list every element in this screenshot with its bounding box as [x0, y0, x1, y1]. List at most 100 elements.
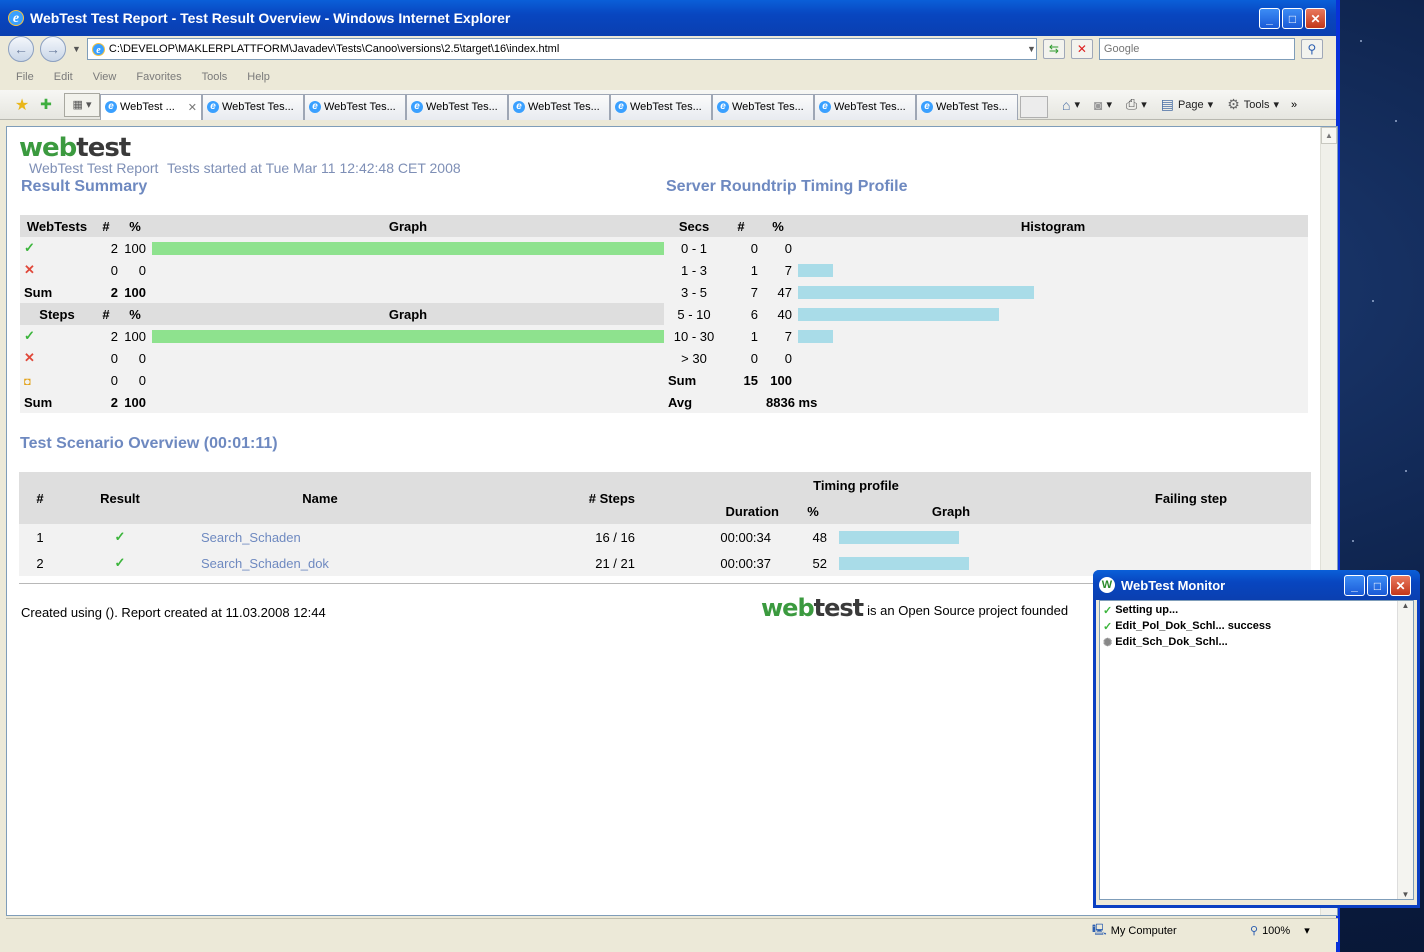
menu-edit[interactable]: Edit	[54, 71, 73, 83]
search-icon[interactable]: ⚲	[1300, 39, 1323, 59]
histogram-bar	[798, 329, 833, 343]
monitor-titlebar[interactable]: W WebTest Monitor _ □ ✕	[1093, 570, 1420, 600]
timing-profile-table: Secs # % Histogram 0 - 1 0 0 1 - 3 1 7 3 - 5 7 4…	[664, 215, 1308, 413]
scroll-up-icon[interactable]: ▲	[1321, 127, 1337, 144]
duration-cell: 00:00:34	[641, 524, 795, 550]
scenario-table: # Result Name # Steps Timing profile Fai…	[19, 472, 1311, 576]
graph-cell	[152, 259, 664, 281]
scenario-link[interactable]: Search_Schaden_dok	[179, 550, 461, 576]
scroll-up-icon[interactable]: ▲	[1398, 601, 1413, 610]
graph-cell	[152, 281, 664, 303]
graph-cell	[798, 281, 1308, 303]
success-check-icon: ✓	[24, 240, 35, 255]
count-cell: 6	[750, 306, 758, 322]
close-button[interactable]: ✕	[1305, 8, 1326, 29]
tab-4[interactable]: e WebTest Tes...	[508, 93, 610, 120]
history-dropdown-icon[interactable]: ▼	[72, 44, 81, 54]
tab-label: WebTest ...	[120, 101, 175, 113]
page-menu-button[interactable]: ▤ Page ▾	[1161, 96, 1213, 113]
result-summary-table: WebTests # % Graph ✓ 2 100 ✕ 0 0 Sum 2 1…	[20, 215, 664, 413]
scroll-down-icon[interactable]: ▼	[1398, 890, 1413, 899]
tab-close-icon[interactable]: ✕	[188, 101, 201, 114]
print-button[interactable]: ⎙ ▾	[1126, 96, 1147, 113]
graph-cell	[831, 550, 1071, 576]
tools-menu-button[interactable]: ⚙ Tools ▾	[1227, 96, 1279, 113]
tab-2[interactable]: e WebTest Tes...	[304, 93, 406, 120]
logo-test-text: test	[813, 594, 865, 622]
refresh-icon[interactable]: ⇆	[1042, 39, 1065, 59]
tab-5[interactable]: e WebTest Tes...	[610, 93, 712, 120]
tab-8[interactable]: e WebTest Tes...	[916, 93, 1018, 120]
forward-button[interactable]: →	[40, 36, 66, 62]
failure-cross-icon: ✕	[24, 262, 35, 277]
tab-ie-icon: e	[309, 101, 321, 113]
tab-0[interactable]: e WebTest ... ✕	[100, 93, 202, 120]
tab-1[interactable]: e WebTest Tes...	[202, 93, 304, 120]
graph-cell	[798, 347, 1308, 369]
col-steps: # Steps	[461, 472, 641, 524]
col-timing-profile: Timing profile	[641, 472, 1071, 498]
success-check-icon: ✓	[24, 328, 35, 343]
tab-label: WebTest Tes...	[834, 101, 906, 113]
menu-favorites[interactable]: Favorites	[136, 71, 181, 83]
favorites-star-icon[interactable]: ★	[10, 95, 34, 115]
scenario-link[interactable]: Search_Schaden	[179, 524, 461, 550]
logo-web-text: web	[761, 594, 815, 622]
address-dropdown-icon[interactable]: ▼	[1027, 44, 1036, 54]
success-check-icon: ✓	[1103, 604, 1113, 617]
back-button[interactable]: ←	[8, 36, 34, 62]
add-favorite-icon[interactable]: ✚	[34, 96, 58, 113]
histogram-bar	[798, 263, 833, 277]
window-titlebar[interactable]: e WebTest Test Report - Test Result Over…	[0, 0, 1336, 36]
count-cell: 1	[750, 328, 758, 344]
minimize-button[interactable]: _	[1344, 575, 1365, 596]
col-name: Name	[179, 472, 461, 524]
menu-help[interactable]: Help	[247, 71, 270, 83]
failing-step-cell	[1071, 524, 1311, 550]
search-input[interactable]	[1098, 38, 1295, 60]
desktop-star	[1372, 300, 1374, 302]
menu-view[interactable]: View	[93, 71, 117, 83]
stop-icon[interactable]: ✕	[1070, 39, 1093, 59]
tab-label: WebTest Tes...	[324, 101, 396, 113]
monitor-scrollbar[interactable]: ▲ ▼	[1397, 601, 1413, 899]
dropdown-icon: ▾	[1106, 99, 1112, 111]
maximize-button[interactable]: □	[1282, 8, 1303, 29]
zoom-control[interactable]: ⚲ 100% ▾	[1250, 924, 1310, 938]
table-row: Sum 15 100	[664, 369, 1308, 391]
new-tab-button[interactable]	[1020, 95, 1048, 118]
monitor-log: ✓ Setting up... ✓ Edit_Pol_Dok_Schl... suc…	[1099, 600, 1414, 900]
footer-created: Created using (). Report created at 11.0…	[21, 605, 326, 620]
scenario-name[interactable]: Search_Schaden_dok	[201, 556, 329, 571]
menu-tools[interactable]: Tools	[202, 71, 228, 83]
tab-6[interactable]: e WebTest Tes...	[712, 93, 814, 120]
menu-file[interactable]: File	[16, 71, 34, 83]
feeds-button[interactable]: ◙ ▾	[1094, 97, 1112, 113]
address-bar[interactable]: e C:\DEVELOP\MAKLERPLATTFORM\Javadev\Tes…	[86, 38, 1037, 60]
rss-icon: ◙	[1094, 96, 1103, 113]
sum-label: Sum	[24, 394, 53, 410]
skipped-circle-icon: ◘	[24, 375, 31, 388]
zoom-icon: ⚲	[1250, 925, 1259, 937]
close-button[interactable]: ✕	[1390, 575, 1411, 596]
footer-project: webtest is an Open Source project founde…	[761, 595, 1068, 621]
timing-profile-title: Server Roundtrip Timing Profile	[666, 178, 908, 195]
graph-cell	[798, 303, 1308, 325]
log-line: ✓ Edit_Pol_Dok_Schl... success	[1103, 618, 1410, 634]
pct-cell: 0	[784, 240, 792, 256]
webtest-logo-footer[interactable]: webtest	[761, 594, 865, 622]
tab-7[interactable]: e WebTest Tes...	[814, 93, 916, 120]
pct-cell: 100	[770, 372, 792, 388]
scenario-name[interactable]: Search_Schaden	[201, 530, 301, 545]
quick-tabs-button[interactable]: ▦ ▾	[64, 92, 100, 117]
maximize-button[interactable]: □	[1367, 575, 1388, 596]
tab-3[interactable]: e WebTest Tes...	[406, 93, 508, 120]
webtest-logo: webtest	[19, 133, 131, 163]
home-button[interactable]: ⌂ ▾	[1062, 97, 1080, 113]
col-pct: %	[118, 303, 152, 325]
secs-cell: 0 - 1	[680, 240, 707, 256]
chevron-more-icon[interactable]: »	[1291, 99, 1297, 111]
table-row: 1 - 3 1 7	[664, 259, 1308, 281]
minimize-button[interactable]: _	[1259, 8, 1280, 29]
scenario-overview-title: Test Scenario Overview (00:01:11)	[20, 435, 278, 452]
